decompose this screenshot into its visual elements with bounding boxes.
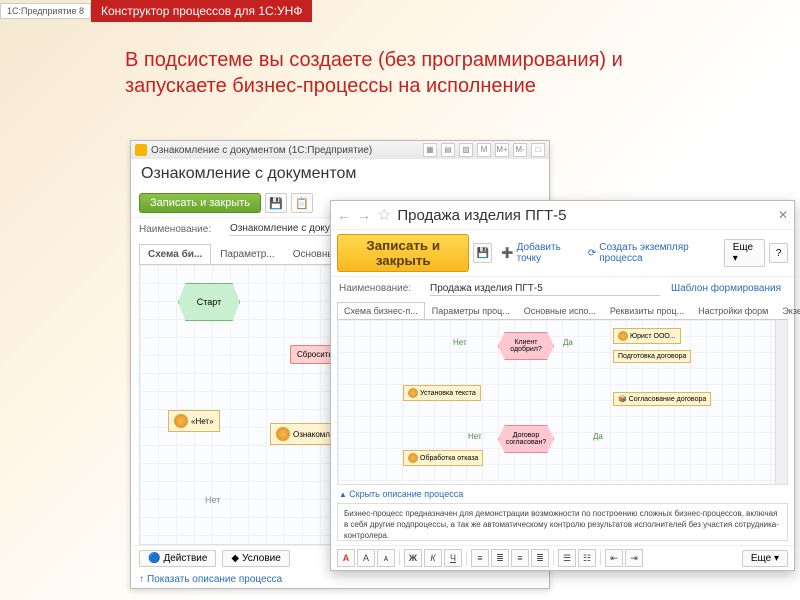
save-close-button[interactable]: Записать и закрыть (139, 193, 261, 213)
description-text[interactable]: Бизнес-процесс предназначен для демонстр… (337, 503, 788, 541)
decision-client[interactable]: Клиент одобрил? (498, 332, 554, 360)
tab-params[interactable]: Параметры проц... (425, 302, 517, 319)
headline: В подсистеме вы создаете (без программир… (125, 47, 675, 99)
list-number-icon[interactable]: ☷ (578, 549, 596, 567)
tab-instances[interactable]: Экземпляры (775, 302, 800, 319)
cond-no: Нет (205, 495, 220, 505)
task-prepare[interactable]: Подготовка договора (613, 350, 691, 363)
tb-minimize-icon[interactable]: □ (531, 143, 545, 157)
align-center-icon[interactable]: ≣ (491, 549, 509, 567)
add-action-button[interactable]: 🔵 Действие (139, 550, 216, 567)
star-icon[interactable]: ☆ (377, 205, 391, 225)
node-net[interactable]: «Нет» (168, 410, 220, 432)
flow-canvas[interactable]: Клиент одобрил? Нет Да Юрист ООО... Подг… (337, 320, 788, 485)
help-icon[interactable]: ? (769, 243, 788, 263)
add-point-button[interactable]: ➕ Добавить точку (496, 240, 579, 266)
copy-icon[interactable]: 📋 (291, 193, 313, 213)
task-reject[interactable]: Обработка отказа (403, 450, 483, 466)
format-more-button[interactable]: Еще ▾ (742, 550, 788, 567)
tb-cal-icon[interactable]: ▧ (459, 143, 473, 157)
user-icon (618, 331, 628, 341)
template-link[interactable]: Шаблон формирования (666, 281, 786, 296)
user-icon (174, 414, 188, 428)
tab-params[interactable]: Параметр... (211, 244, 283, 264)
tb-m-icon[interactable]: M (477, 143, 491, 157)
app-tag: 1С:Предприятие 8 (0, 3, 91, 19)
align-left-icon[interactable]: ≡ (471, 549, 489, 567)
bold-icon[interactable]: Ж (404, 549, 422, 567)
indent-icon[interactable]: ⇥ (625, 549, 643, 567)
save-close-button[interactable]: Записать и закрыть (337, 234, 469, 272)
more-button[interactable]: Еще ▾ (724, 239, 766, 267)
align-right-icon[interactable]: ≡ (511, 549, 529, 567)
window2-title: Продажа изделия ПГТ-5 (397, 207, 772, 224)
save-icon[interactable]: 💾 (265, 193, 287, 213)
font-color-icon[interactable]: A (337, 549, 355, 567)
bg-color-icon[interactable]: A (357, 549, 375, 567)
user-icon (408, 453, 418, 463)
page-banner: Конструктор процессов для 1С:УНФ (91, 0, 312, 22)
user-icon (408, 388, 418, 398)
name-label: Наименование: (139, 224, 224, 235)
add-condition-button[interactable]: ◆ Условие (222, 550, 289, 567)
window-title: Ознакомление с документом (1С:Предприяти… (151, 145, 372, 156)
user-icon (276, 427, 290, 441)
italic-icon[interactable]: К (424, 549, 442, 567)
save-icon[interactable]: 💾 (473, 243, 492, 263)
show-description-link[interactable]: Показать описание процесса (131, 571, 549, 588)
task-approve[interactable]: 📦Согласование договора (613, 392, 711, 406)
close-icon[interactable]: ✕ (778, 208, 788, 222)
list-bullet-icon[interactable]: ☰ (558, 549, 576, 567)
label-no: Нет (453, 338, 467, 347)
nav-back-icon[interactable]: ← (337, 207, 351, 223)
outdent-icon[interactable]: ⇤ (605, 549, 623, 567)
tab-requisites[interactable]: Реквизиты проц... (603, 302, 691, 319)
tb-calc-icon[interactable]: ▤ (441, 143, 455, 157)
task-lawyer[interactable]: Юрист ООО... (613, 328, 681, 344)
nav-fwd-icon[interactable]: → (357, 207, 371, 223)
titlebar: Ознакомление с документом (1С:Предприяти… (131, 141, 549, 159)
scrollbar[interactable] (775, 320, 787, 484)
node-start[interactable]: Старт (178, 283, 240, 321)
tb-mplus-icon[interactable]: M+ (495, 143, 509, 157)
label-yes: Да (563, 338, 573, 347)
tb-mminus-icon[interactable]: M- (513, 143, 527, 157)
underline-icon[interactable]: Ч (444, 549, 462, 567)
app-icon (135, 144, 147, 156)
label-yes: Да (593, 432, 603, 441)
tab-schema[interactable]: Схема би... (139, 244, 211, 264)
doc-title: Ознакомление с документом (131, 159, 549, 189)
create-instance-button[interactable]: ⟳ Создать экземпляр процесса (583, 240, 716, 266)
tab-performers[interactable]: Основные испо... (517, 302, 603, 319)
align-justify-icon[interactable]: ≣ (531, 549, 549, 567)
window-sale: ← → ☆ Продажа изделия ПГТ-5 ✕ Записать и… (330, 200, 795, 571)
tab-forms[interactable]: Настройки форм (691, 302, 775, 319)
decision-agreed[interactable]: Договор согласован? (498, 425, 554, 453)
task-settext[interactable]: Установка текста (403, 385, 481, 401)
hide-description-link[interactable]: Скрыть описание процесса (331, 485, 794, 503)
name-input[interactable]: Продажа изделия ПГТ-5 (430, 282, 660, 296)
node-net-label: «Нет» (191, 417, 214, 426)
font-icon[interactable]: ᴀ (377, 549, 395, 567)
name-label: Наименование: (339, 283, 424, 294)
tab-schema[interactable]: Схема бизнес-п... (337, 302, 425, 319)
label-no: Нет (468, 432, 482, 441)
tb-tool-icon[interactable]: ▦ (423, 143, 437, 157)
